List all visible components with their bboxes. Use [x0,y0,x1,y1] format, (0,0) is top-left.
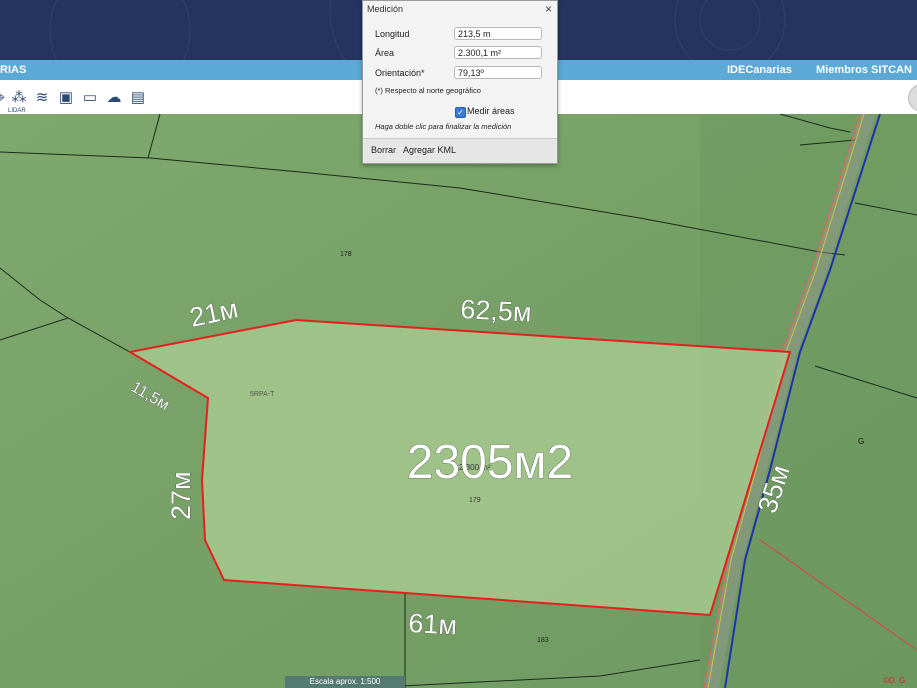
finish-hint: Haga doble clic para finalizar la medici… [375,122,512,131]
3d-icon[interactable]: ▣ [57,89,75,107]
side-bottom-annotation: 61м [408,608,458,641]
parcel-label-179: 179 [469,497,481,504]
length-label: Longitud [375,29,410,39]
area-annotation: 2305м2 [407,436,573,489]
measurement-dialog: Medición × Longitud 213,5 m Área 2.300,1… [362,0,558,164]
map-view[interactable]: 178 179 183 5RPA-T 2.300 m² G 2305м2 21м… [0,114,917,688]
area-label: Área [375,48,395,58]
scale-indicator: Escala aprox. 1:500 [285,676,405,688]
layers-icon[interactable]: ≋ [33,89,51,107]
circle-mark-label: G [858,437,864,446]
map-canvas: 178 179 183 5RPA-T 2.300 m² G 2305м2 21м… [0,114,917,688]
cloud-icon[interactable]: ☁ [105,89,123,107]
monitor-icon[interactable]: ▭ [81,89,99,107]
menu-item-rias[interactable]: RIAS [0,64,26,76]
parcel-label-178: 178 [340,251,352,258]
length-value: 213,5 m [454,27,542,40]
parcel-label-183: 183 [537,637,549,644]
measure-areas-checkbox[interactable]: ✓ [455,107,466,118]
orientation-value: 79,13º [454,66,542,79]
measure-areas-label: Medir áreas [467,106,515,116]
close-icon[interactable]: × [545,2,552,16]
menu-item-miembros-sitcan[interactable]: Miembros SITCAN [816,64,912,76]
area-value: 2.300,1 m² [454,46,542,59]
north-note: (*) Respecto al norte geográfico [375,86,481,95]
parcel-ref-label: 5RPA-T [250,391,275,398]
copyright-label: ©D. G [883,676,906,685]
side-left-annotation: 27м [166,471,196,520]
lidar-icon[interactable]: ⁂ LIDAR [8,89,28,114]
orientation-label: Orientación* [375,68,425,78]
menu-item-idecanarias[interactable]: IDECanarias [727,64,792,76]
add-kml-button[interactable]: Agregar KML [403,145,456,155]
clear-button[interactable]: Borrar [371,145,396,155]
side-top-annotation: 62,5м [460,294,533,328]
document-icon[interactable]: ▤ [129,89,147,107]
dialog-footer: Borrar Agregar KML [363,138,557,163]
dialog-title: Medición [367,4,404,14]
